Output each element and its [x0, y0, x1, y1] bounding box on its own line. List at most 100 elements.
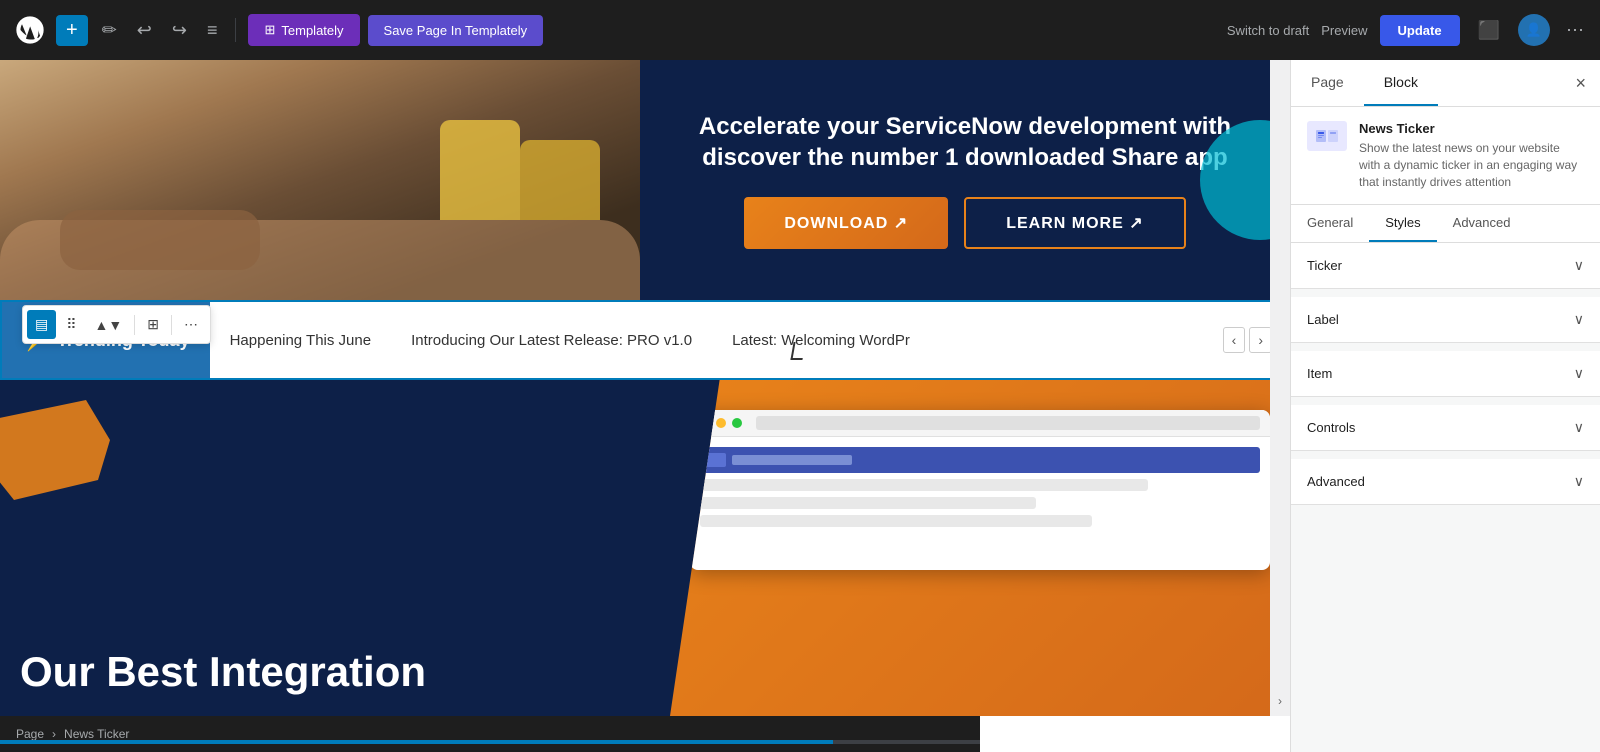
ticker-next-button[interactable]: ›	[1249, 327, 1272, 353]
browser-bar	[690, 410, 1270, 437]
bottom-heading-text: Our Best Integration	[20, 648, 426, 696]
accordion-advanced-header[interactable]: Advanced ∨	[1291, 459, 1600, 504]
accordion-advanced-title: Advanced	[1307, 474, 1365, 489]
browser-content-row-2	[700, 497, 1036, 509]
block-description: Show the latest news on your website wit…	[1359, 140, 1584, 190]
sub-tab-styles[interactable]: Styles	[1369, 205, 1436, 242]
app-title	[732, 455, 852, 465]
panel-close-button[interactable]: ×	[1561, 63, 1600, 104]
block-icon	[1307, 121, 1347, 151]
accordion-label-title: Label	[1307, 312, 1339, 327]
block-toolbar: ▤ ⠿ ▲▼ ⊞ ⋯	[22, 305, 211, 344]
browser-dot-yellow	[716, 418, 726, 428]
sub-tab-advanced[interactable]: Advanced	[1437, 205, 1527, 242]
accordion-label: Label ∨	[1291, 297, 1600, 343]
main-layout: Accelerate your ServiceNow development w…	[0, 60, 1600, 752]
accordion-controls-chevron: ∨	[1574, 419, 1584, 436]
accordion-ticker-title: Ticker	[1307, 258, 1342, 273]
accordion-advanced: Advanced ∨	[1291, 459, 1600, 505]
browser-content-row-1	[700, 479, 1148, 491]
switch-to-draft-button[interactable]: Switch to draft	[1227, 23, 1309, 38]
block-title: News Ticker	[1359, 121, 1584, 136]
user-avatar-button[interactable]: 👤	[1518, 14, 1550, 46]
preview-button[interactable]: Preview	[1321, 23, 1367, 38]
browser-inner-content	[690, 437, 1270, 543]
browser-content-row-3	[700, 515, 1092, 527]
bottom-right-orange-bg	[670, 380, 1290, 716]
wp-logo[interactable]	[12, 12, 48, 48]
accordion-item-header[interactable]: Item ∨	[1291, 351, 1600, 396]
progress-bar	[0, 740, 980, 744]
tab-page[interactable]: Page	[1291, 60, 1364, 106]
canvas-area: Accelerate your ServiceNow development w…	[0, 60, 1290, 752]
breadcrumb-bar: Page › News Ticker	[0, 716, 980, 752]
download-button[interactable]: DOWNLOAD ↗	[744, 197, 948, 249]
accordion-controls-title: Controls	[1307, 420, 1355, 435]
breadcrumb-page[interactable]: Page	[16, 727, 44, 741]
accordion-ticker-chevron: ∨	[1574, 257, 1584, 274]
ticker-item-1: Happening This June	[230, 332, 372, 349]
block-move-button[interactable]: ▲▼	[87, 311, 131, 339]
accordion-label-header[interactable]: Label ∨	[1291, 297, 1600, 342]
right-panel: Page Block × News Ticker Show the latest…	[1290, 60, 1600, 752]
learn-more-button[interactable]: LEARN MORE ↗	[964, 197, 1185, 249]
add-button[interactable]: +	[56, 15, 88, 46]
accordion-item-title: Item	[1307, 366, 1332, 381]
breadcrumb-separator: ›	[52, 727, 56, 741]
canvas-right-scroll[interactable]: ›	[1270, 60, 1290, 716]
progress-fill	[0, 740, 833, 744]
ticker-item-3: Latest: Welcoming WordPr	[732, 332, 910, 349]
section-gap-2	[1291, 343, 1600, 351]
templately-button[interactable]: ⊞ Templately	[248, 14, 359, 46]
accordion-ticker: Ticker ∨	[1291, 243, 1600, 289]
toolbar-divider-2	[171, 315, 172, 335]
ticker-prev-button[interactable]: ‹	[1223, 327, 1246, 353]
section-gap-4	[1291, 451, 1600, 459]
list-view-button[interactable]: ≡	[201, 14, 224, 47]
browser-address-bar	[756, 416, 1260, 430]
hero-image-left	[0, 60, 640, 300]
browser-mockup	[690, 410, 1270, 570]
accordion-controls: Controls ∨	[1291, 405, 1600, 451]
accordion-controls-header[interactable]: Controls ∨	[1291, 405, 1600, 450]
block-info-section: News Ticker Show the latest news on your…	[1291, 107, 1600, 205]
panel-header: Page Block ×	[1291, 60, 1600, 107]
redo-button[interactable]: ↪	[166, 14, 193, 47]
accordion-ticker-header[interactable]: Ticker ∨	[1291, 243, 1600, 288]
ticker-item-2: Introducing Our Latest Release: PRO v1.0	[411, 332, 692, 349]
more-options-button[interactable]: ⋯	[1562, 16, 1588, 45]
section-gap-3	[1291, 397, 1600, 405]
toolbar-divider	[134, 315, 135, 335]
block-info-text: News Ticker Show the latest news on your…	[1359, 121, 1584, 190]
browser-app-bar	[700, 447, 1260, 473]
tab-block[interactable]: Block	[1364, 60, 1438, 106]
app-icon	[706, 453, 726, 467]
templately-icon: ⊞	[264, 22, 275, 38]
undo-button[interactable]: ↩	[131, 14, 158, 47]
hero-buttons: DOWNLOAD ↗ LEARN MORE ↗	[680, 197, 1250, 249]
people-image	[0, 60, 640, 300]
accordion-advanced-chevron: ∨	[1574, 473, 1584, 490]
accordion-item: Item ∨	[1291, 351, 1600, 397]
layout-icon-button[interactable]: ⬛	[1472, 14, 1506, 47]
save-templately-button[interactable]: Save Page In Templately	[368, 15, 544, 46]
toolbar-right: Switch to draft Preview Update ⬛ 👤 ⋯	[1227, 14, 1588, 47]
accordion-label-chevron: ∨	[1574, 311, 1584, 328]
sub-tab-general[interactable]: General	[1291, 205, 1369, 242]
block-more-options[interactable]: ⋯	[176, 310, 206, 339]
hero-section: Accelerate your ServiceNow development w…	[0, 60, 1290, 300]
accordion-item-chevron: ∨	[1574, 365, 1584, 382]
block-type-button[interactable]: ▤	[27, 310, 56, 339]
orange-brush-decoration	[0, 400, 110, 500]
panel-sub-tabs: General Styles Advanced	[1291, 205, 1600, 243]
browser-dot-green	[732, 418, 742, 428]
hero-content-right: Accelerate your ServiceNow development w…	[640, 60, 1290, 300]
bottom-integration-section: Our Best Integration	[0, 380, 1290, 716]
block-drag-button[interactable]: ⠿	[58, 310, 84, 339]
block-grid-button[interactable]: ⊞	[139, 310, 167, 339]
pen-button[interactable]: ✏	[96, 14, 123, 47]
templately-label: Templately	[281, 23, 343, 38]
section-gap-1	[1291, 289, 1600, 297]
breadcrumb-current: News Ticker	[64, 727, 129, 741]
update-button[interactable]: Update	[1380, 15, 1460, 46]
